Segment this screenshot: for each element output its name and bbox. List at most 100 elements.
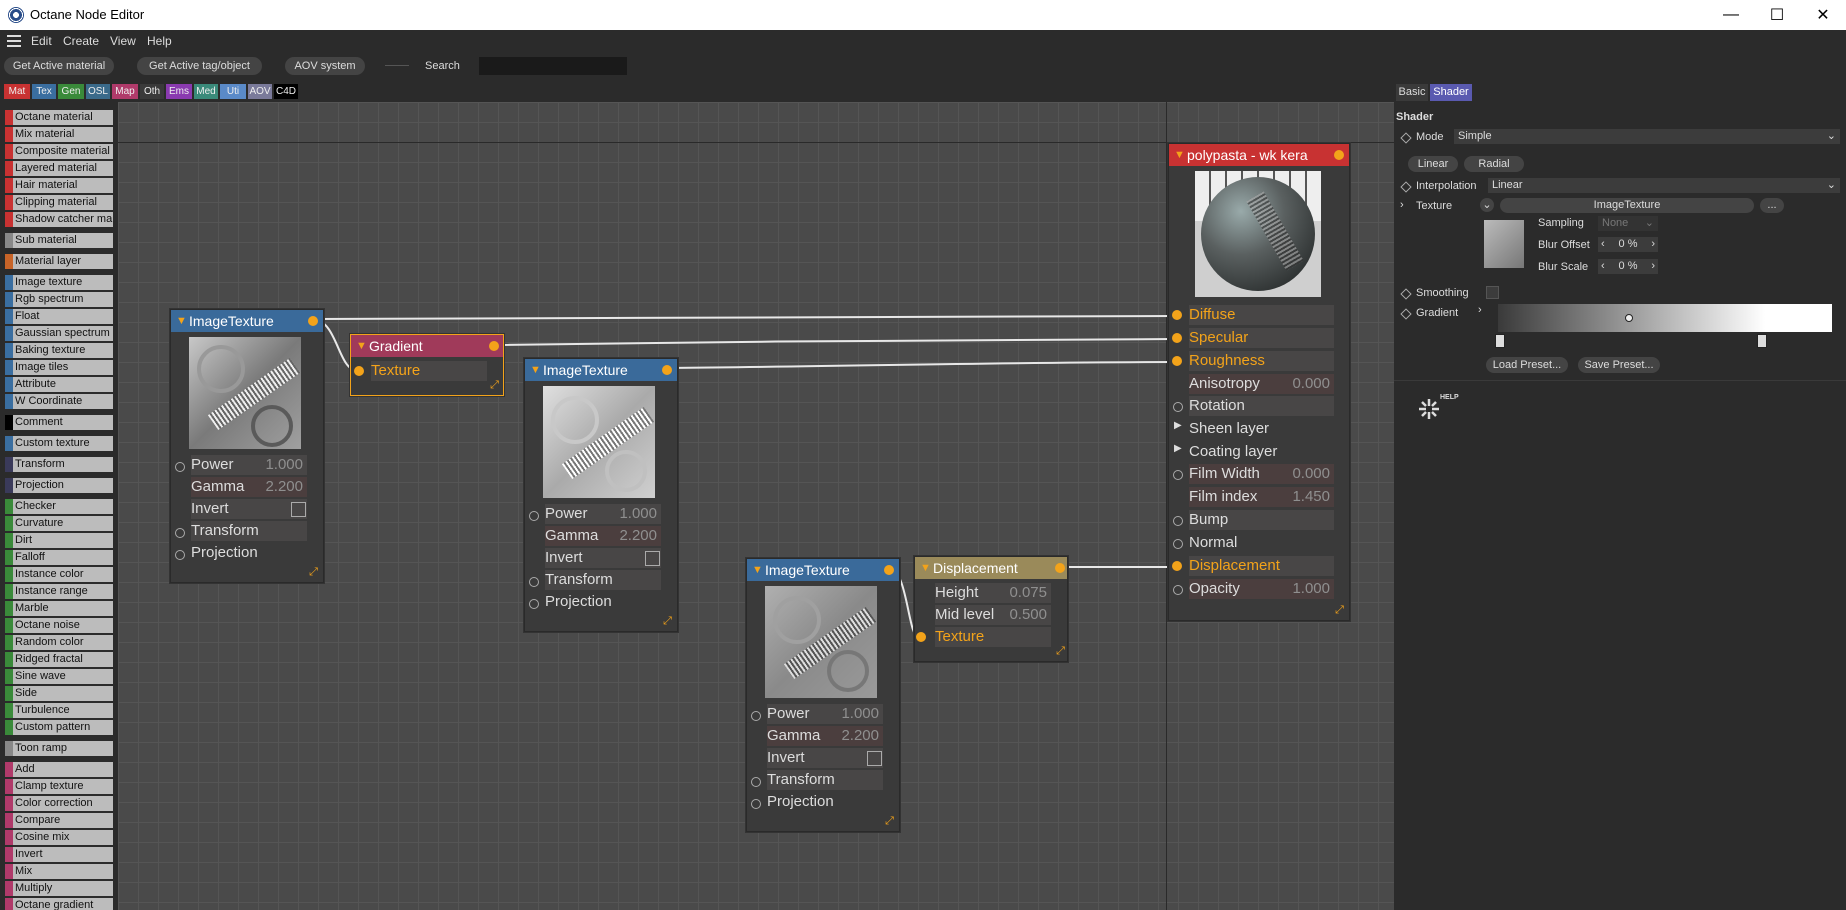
gamma-value[interactable]: 2.200	[841, 726, 879, 746]
palette-item[interactable]: Checker	[5, 499, 113, 514]
node-imagetexture-1[interactable]: ▼ ImageTexture Power 1.000 Gamma 2.200 Inve…	[170, 309, 324, 583]
tab-shader[interactable]: Shader	[1430, 84, 1472, 101]
input-port[interactable]	[751, 799, 761, 809]
smoothing-checkbox[interactable]	[1486, 286, 1499, 299]
menu-create[interactable]: Create	[63, 34, 99, 48]
category-tab-uti[interactable]: Uti	[220, 84, 246, 99]
category-tab-tex[interactable]: Tex	[32, 84, 56, 99]
gradient-ramp[interactable]	[1498, 304, 1832, 332]
palette-item[interactable]: Transform	[5, 457, 113, 472]
resize-corner-icon[interactable]: ⤢	[1334, 605, 1345, 616]
input-port[interactable]	[175, 528, 185, 538]
palette-item[interactable]: Comment	[5, 415, 113, 430]
category-tab-ems[interactable]: Ems	[166, 84, 192, 99]
output-port[interactable]	[884, 565, 894, 575]
mode-select[interactable]: Simple ⌄	[1454, 129, 1840, 144]
power-value[interactable]: 1.000	[841, 704, 879, 724]
diffuse-input-port[interactable]	[1172, 310, 1182, 320]
collapse-triangle-icon[interactable]: ▼	[176, 310, 187, 332]
opacity-value[interactable]: 1.000	[1292, 579, 1330, 599]
palette-item[interactable]: Compare	[5, 813, 113, 828]
palette-item[interactable]: Cosine mix	[5, 830, 113, 845]
palette-item[interactable]: Invert	[5, 847, 113, 862]
node-imagetexture-3[interactable]: ▼ ImageTexture Power 1.000 Gamma 2.200 Inve…	[746, 558, 900, 832]
blur-offset-field[interactable]: ‹ 0 % ›	[1598, 237, 1658, 252]
blur-scale-field[interactable]: ‹ 0 % ›	[1598, 259, 1658, 274]
palette-item[interactable]: Instance color	[5, 567, 113, 582]
palette-item[interactable]: Falloff	[5, 550, 113, 565]
collapse-triangle-icon[interactable]: ▼	[356, 335, 367, 357]
gradient-stop-handle[interactable]	[1757, 334, 1767, 348]
displacement-input-port[interactable]	[1172, 561, 1182, 571]
category-tab-osl[interactable]: OSL	[86, 84, 110, 99]
film-index-value[interactable]: 1.450	[1292, 487, 1330, 507]
palette-item[interactable]: Projection	[5, 478, 113, 493]
linear-button[interactable]: Linear	[1408, 156, 1458, 172]
power-value[interactable]: 1.000	[265, 455, 303, 475]
palette-item[interactable]: Toon ramp	[5, 741, 113, 756]
palette-item[interactable]: Ridged fractal	[5, 652, 113, 667]
palette-item[interactable]: W Coordinate	[5, 394, 113, 409]
palette-item[interactable]: Sub material	[5, 233, 113, 248]
palette-item[interactable]: Clamp texture	[5, 779, 113, 794]
maximize-icon[interactable]: ☐	[1754, 0, 1800, 30]
palette-item[interactable]: Octane noise	[5, 618, 113, 633]
expand-triangle-icon[interactable]: ▶	[1174, 420, 1182, 431]
palette-item[interactable]: Hair material	[5, 178, 113, 193]
palette-item[interactable]: Random color	[5, 635, 113, 650]
palette-item[interactable]: Material layer	[5, 254, 113, 269]
category-tab-med[interactable]: Med	[194, 84, 218, 99]
texture-input-port[interactable]	[916, 632, 926, 642]
collapse-triangle-icon[interactable]: ▼	[920, 557, 931, 579]
gamma-value[interactable]: 2.200	[619, 526, 657, 546]
palette-item[interactable]: Gaussian spectrum	[5, 326, 113, 341]
keyframe-diamond-icon[interactable]	[1400, 288, 1412, 300]
resize-corner-icon[interactable]: ⤢	[308, 567, 319, 578]
specular-input-port[interactable]	[1172, 333, 1182, 343]
palette-item[interactable]: Mix material	[5, 127, 113, 142]
collapse-triangle-icon[interactable]: ▼	[1174, 144, 1185, 166]
output-port[interactable]	[308, 316, 318, 326]
node-imagetexture-2[interactable]: ▼ ImageTexture Power 1.000 Gamma 2.200 Inve…	[524, 358, 678, 632]
menu-edit[interactable]: Edit	[31, 34, 52, 48]
power-value[interactable]: 1.000	[619, 504, 657, 524]
collapse-triangle-icon[interactable]: ▼	[752, 559, 763, 581]
palette-item[interactable]: Instance range	[5, 584, 113, 599]
palette-item[interactable]: Custom texture	[5, 436, 113, 451]
output-port[interactable]	[1055, 563, 1065, 573]
expand-arrow-icon[interactable]: ›	[1478, 304, 1482, 316]
expand-triangle-icon[interactable]: ▶	[1174, 443, 1182, 454]
gradient-midpoint-handle[interactable]	[1625, 314, 1633, 322]
invert-checkbox[interactable]	[291, 502, 306, 517]
palette-item[interactable]: Octane material	[5, 110, 113, 125]
category-tab-oth[interactable]: Oth	[140, 84, 164, 99]
radial-button[interactable]: Radial	[1464, 156, 1524, 172]
input-port[interactable]	[1173, 402, 1183, 412]
category-tab-gen[interactable]: Gen	[58, 84, 84, 99]
input-port[interactable]	[175, 462, 185, 472]
palette-item[interactable]: Add	[5, 762, 113, 777]
expand-arrow-icon[interactable]: ›	[1400, 199, 1404, 211]
input-port[interactable]	[529, 577, 539, 587]
output-port[interactable]	[489, 341, 499, 351]
palette-item[interactable]: Float	[5, 309, 113, 324]
node-gradient[interactable]: ▼ Gradient Texture ⤢	[350, 334, 504, 396]
resize-corner-icon[interactable]: ⤢	[662, 616, 673, 627]
anisotropy-value[interactable]: 0.000	[1292, 374, 1330, 394]
node-displacement[interactable]: ▼ Displacement Height 0.075 Mid level 0.500…	[914, 556, 1068, 662]
aov-system-button[interactable]: AOV system	[285, 57, 365, 75]
palette-item[interactable]: Image texture	[5, 275, 113, 290]
input-port[interactable]	[529, 599, 539, 609]
keyframe-diamond-icon[interactable]	[1400, 181, 1412, 193]
palette-item[interactable]: Mix	[5, 864, 113, 879]
node-canvas[interactable]: ▼ ImageTexture Power 1.000 Gamma 2.200 Inve…	[118, 102, 1394, 910]
category-tab-aov[interactable]: AOV	[248, 84, 272, 99]
input-port[interactable]	[751, 777, 761, 787]
category-tab-mat[interactable]: Mat	[4, 84, 30, 99]
input-port[interactable]	[529, 511, 539, 521]
resize-corner-icon[interactable]: ⤢	[884, 816, 895, 827]
keyframe-diamond-icon[interactable]	[1400, 132, 1412, 144]
keyframe-diamond-icon[interactable]	[1400, 308, 1412, 320]
menu-view[interactable]: View	[110, 34, 136, 48]
palette-item[interactable]: Curvature	[5, 516, 113, 531]
